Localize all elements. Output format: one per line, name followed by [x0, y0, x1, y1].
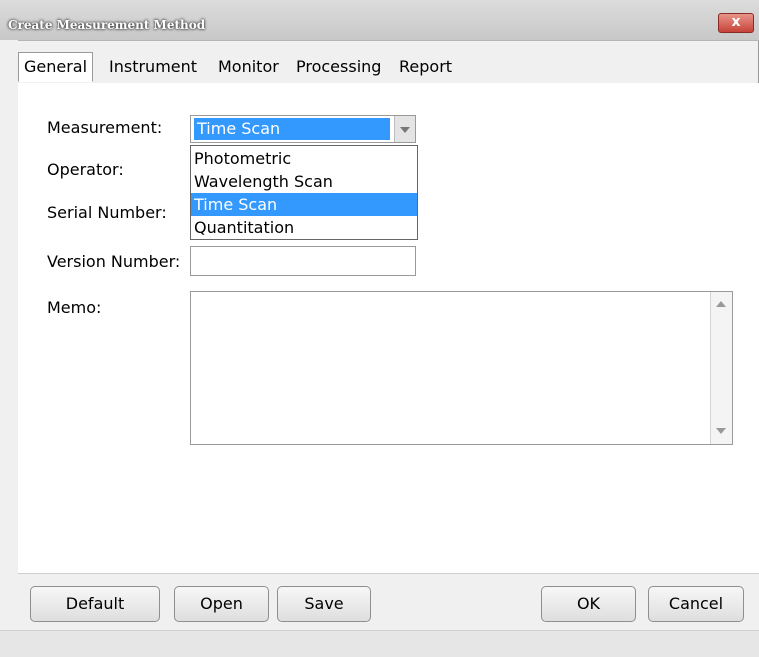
title-bar[interactable]: Create Measurement Method x: [0, 0, 759, 41]
left-edge: [0, 40, 18, 630]
operator-label: Operator:: [47, 160, 124, 179]
close-icon: x: [731, 14, 741, 30]
measurement-select[interactable]: Time Scan: [190, 115, 416, 143]
tab-report[interactable]: Report: [399, 52, 452, 82]
measurement-select-value: Time Scan: [194, 118, 390, 140]
tab-general[interactable]: General: [18, 52, 94, 82]
tab-bar: General Instrument Monitor Processing Re…: [18, 52, 758, 84]
tab-processing[interactable]: Processing: [296, 52, 381, 82]
save-button[interactable]: Save: [277, 586, 371, 622]
tab-monitor[interactable]: Monitor: [218, 52, 279, 82]
option-photometric[interactable]: Photometric: [191, 147, 417, 170]
memo-scrollbar[interactable]: [710, 292, 732, 444]
cancel-button[interactable]: Cancel: [648, 586, 744, 622]
memo-textarea[interactable]: [190, 291, 733, 445]
open-button[interactable]: Open: [174, 586, 269, 622]
option-quantitation[interactable]: Quantitation: [191, 216, 417, 239]
dialog-window: Create Measurement Method x General Inst…: [0, 0, 759, 657]
version-number-field[interactable]: [190, 246, 416, 276]
scroll-up-icon[interactable]: [716, 301, 726, 307]
measurement-dropdown-list: Photometric Wavelength Scan Time Scan Qu…: [190, 145, 418, 240]
ok-button[interactable]: OK: [541, 586, 636, 622]
option-wavelength-scan[interactable]: Wavelength Scan: [191, 170, 417, 193]
option-time-scan[interactable]: Time Scan: [191, 193, 417, 216]
status-bar: [0, 630, 759, 657]
close-button[interactable]: x: [718, 13, 754, 33]
scroll-down-icon[interactable]: [716, 428, 726, 434]
chevron-down-icon[interactable]: [394, 116, 415, 142]
tab-instrument[interactable]: Instrument: [109, 52, 197, 82]
memo-label: Memo:: [47, 298, 102, 317]
version-number-label: Version Number:: [47, 252, 181, 271]
serial-number-label: Serial Number:: [47, 203, 167, 222]
default-button[interactable]: Default: [30, 586, 160, 622]
window-title: Create Measurement Method: [8, 18, 206, 32]
measurement-label: Measurement:: [47, 118, 163, 137]
